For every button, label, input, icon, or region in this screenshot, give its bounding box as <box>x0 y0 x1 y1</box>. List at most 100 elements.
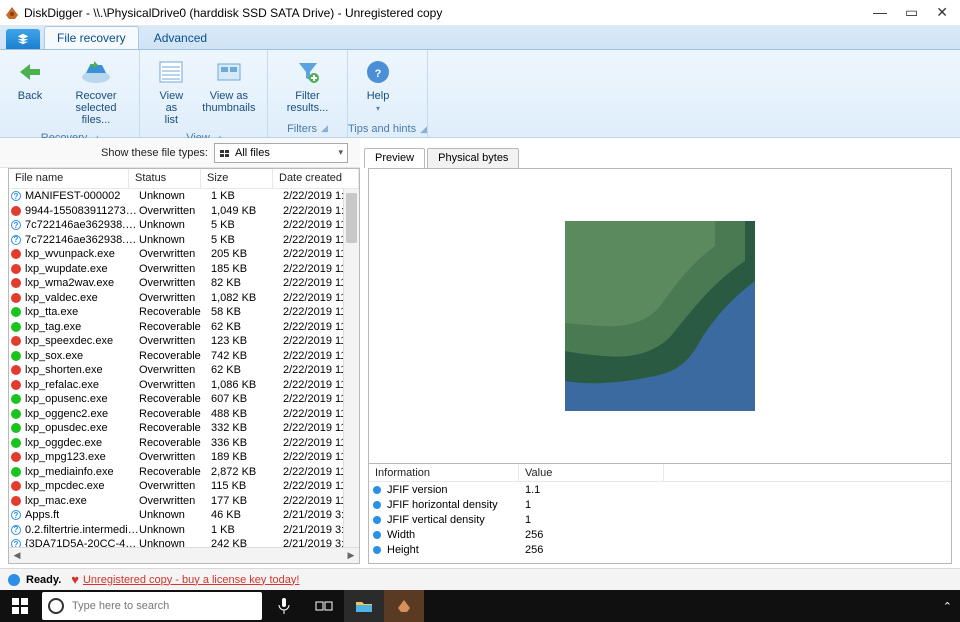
table-row[interactable]: ?7c722146ae362938.sigUnknown5 KB2/22/201… <box>9 218 359 233</box>
bullet-icon <box>373 486 381 494</box>
unknown-icon: ? <box>11 539 21 547</box>
table-row[interactable]: 9944-1550839112731144.Overwritten1,049 K… <box>9 204 359 219</box>
preview-pane <box>368 168 952 464</box>
table-row[interactable]: lxp_valdec.exeOverwritten1,082 KB2/22/20… <box>9 291 359 306</box>
unknown-icon: ? <box>11 220 21 230</box>
table-row[interactable]: lxp_opusenc.exeRecoverable607 KB2/22/201… <box>9 392 359 407</box>
table-row[interactable]: lxp_wupdate.exeOverwritten185 KB2/22/201… <box>9 262 359 277</box>
app-menu-tab[interactable] <box>6 29 40 49</box>
col-filename[interactable]: File name <box>9 169 129 188</box>
table-row[interactable]: lxp_sox.exeRecoverable742 KB2/22/2019 11… <box>9 349 359 364</box>
license-link[interactable]: Unregistered copy - buy a license key to… <box>83 574 299 586</box>
status-bar: Ready. ♥ Unregistered copy - buy a licen… <box>0 568 960 590</box>
overwritten-icon <box>11 206 21 216</box>
taskbar-search[interactable]: Type here to search <box>42 592 262 620</box>
table-row[interactable]: lxp_mac.exeOverwritten177 KB2/22/2019 11… <box>9 494 359 509</box>
filter-label: Show these file types: <box>101 147 208 159</box>
info-panel: Information Value JFIF version1.1JFIF ho… <box>368 464 952 564</box>
file-type-combo[interactable]: All files ▾ <box>214 143 348 163</box>
table-row[interactable]: lxp_speexdec.exeOverwritten123 KB2/22/20… <box>9 334 359 349</box>
recoverable-icon <box>11 467 21 477</box>
table-row[interactable]: lxp_wma2wav.exeOverwritten82 KB2/22/2019… <box>9 276 359 291</box>
tab-file-recovery[interactable]: File recovery <box>44 26 139 49</box>
col-date[interactable]: Date created <box>273 169 359 188</box>
svg-text:?: ? <box>375 68 382 80</box>
bullet-icon <box>373 546 381 554</box>
recoverable-icon <box>11 438 21 448</box>
start-button[interactable] <box>0 590 40 622</box>
table-row[interactable]: ?Apps.ftUnknown46 KB2/21/2019 3:1 <box>9 508 359 523</box>
table-row[interactable]: lxp_mpg123.exeOverwritten189 KB2/22/2019… <box>9 450 359 465</box>
tab-advanced[interactable]: Advanced <box>141 26 220 49</box>
taskbar-diskdigger-icon[interactable] <box>384 590 424 622</box>
tab-physical-bytes[interactable]: Physical bytes <box>427 148 519 168</box>
help-button[interactable]: ? Help▾ <box>354 54 402 117</box>
table-row[interactable]: lxp_wvunpack.exeOverwritten205 KB2/22/20… <box>9 247 359 262</box>
unknown-icon: ? <box>11 525 21 535</box>
view-thumbnails-button[interactable]: View as thumbnails <box>197 54 261 116</box>
heart-icon: ♥ <box>71 572 79 587</box>
overwritten-icon <box>11 264 21 274</box>
recoverable-icon <box>11 423 21 433</box>
filter-bar: Show these file types: All files ▾ <box>0 138 360 168</box>
table-row[interactable]: lxp_mediainfo.exeRecoverable2,872 KB2/22… <box>9 465 359 480</box>
table-row[interactable]: ?{3DA71D5A-20CC-432F-A...Unknown242 KB2/… <box>9 537 359 547</box>
unknown-icon: ? <box>11 510 21 520</box>
table-row[interactable]: ?0.2.filtertrie.intermediate...Unknown1 … <box>9 523 359 538</box>
recover-selected-button[interactable]: Recover selected files... <box>54 54 138 128</box>
taskbar-explorer-icon[interactable] <box>344 590 384 622</box>
minimize-button[interactable]: — <box>873 4 887 21</box>
overwritten-icon <box>11 380 21 390</box>
tray-chevron-icon[interactable]: ⌃ <box>943 600 952 613</box>
overwritten-icon <box>11 496 21 506</box>
recoverable-icon <box>11 351 21 361</box>
table-row[interactable]: lxp_opusdec.exeRecoverable332 KB2/22/201… <box>9 421 359 436</box>
status-icon <box>8 574 20 586</box>
filter-results-button[interactable]: Filter results... <box>274 54 341 116</box>
titlebar: DiskDigger - \\.\PhysicalDrive0 (harddis… <box>0 0 960 26</box>
window-title: DiskDigger - \\.\PhysicalDrive0 (harddis… <box>24 6 873 20</box>
recoverable-icon <box>11 394 21 404</box>
tab-preview[interactable]: Preview <box>364 148 425 168</box>
info-col-key[interactable]: Information <box>369 464 519 481</box>
info-row: JFIF version1.1 <box>369 482 951 497</box>
table-row[interactable]: lxp_oggenc2.exeRecoverable488 KB2/22/201… <box>9 407 359 422</box>
app-icon <box>4 5 20 21</box>
table-row[interactable]: lxp_refalac.exeOverwritten1,086 KB2/22/2… <box>9 378 359 393</box>
preview-image <box>565 221 755 411</box>
maximize-button[interactable]: ▭ <box>905 4 918 21</box>
unknown-icon: ? <box>11 235 21 245</box>
task-view-icon[interactable] <box>304 590 344 622</box>
recoverable-icon <box>11 322 21 332</box>
bullet-icon <box>373 516 381 524</box>
info-col-value[interactable]: Value <box>519 464 664 481</box>
horizontal-scrollbar[interactable]: ◀▶ <box>9 547 359 563</box>
info-row: JFIF vertical density1 <box>369 512 951 527</box>
unknown-icon: ? <box>11 191 21 201</box>
overwritten-icon <box>11 336 21 346</box>
table-row[interactable]: ?MANIFEST-000002Unknown1 KB2/22/2019 1:3 <box>9 189 359 204</box>
status-text: Ready. <box>26 574 61 586</box>
table-row[interactable]: lxp_shorten.exeOverwritten62 KB2/22/2019… <box>9 363 359 378</box>
main-tabstrip: File recovery Advanced <box>0 26 960 50</box>
overwritten-icon <box>11 365 21 375</box>
back-button[interactable]: Back <box>6 54 54 104</box>
overwritten-icon <box>11 278 21 288</box>
file-list-pane: File name Status Size Date created ?MANI… <box>8 168 360 564</box>
overwritten-icon <box>11 452 21 462</box>
overwritten-icon <box>11 293 21 303</box>
recoverable-icon <box>11 409 21 419</box>
table-row[interactable]: lxp_tag.exeRecoverable62 KB2/22/2019 11: <box>9 320 359 335</box>
vertical-scrollbar[interactable] <box>343 189 359 547</box>
table-row[interactable]: lxp_oggdec.exeRecoverable336 KB2/22/2019… <box>9 436 359 451</box>
cortana-mic-icon[interactable] <box>264 590 304 622</box>
table-row[interactable]: lxp_mpcdec.exeOverwritten115 KB2/22/2019… <box>9 479 359 494</box>
col-status[interactable]: Status <box>129 169 201 188</box>
col-size[interactable]: Size <box>201 169 273 188</box>
table-row[interactable]: ?7c722146ae362938.verUnknown5 KB2/22/201… <box>9 233 359 248</box>
taskbar: Type here to search ⌃ <box>0 590 960 622</box>
table-row[interactable]: lxp_tta.exeRecoverable58 KB2/22/2019 11: <box>9 305 359 320</box>
view-list-button[interactable]: View as list <box>146 54 197 128</box>
ribbon: Back Recover selected files... Recovery◢… <box>0 50 960 138</box>
close-button[interactable]: ✕ <box>936 4 948 21</box>
